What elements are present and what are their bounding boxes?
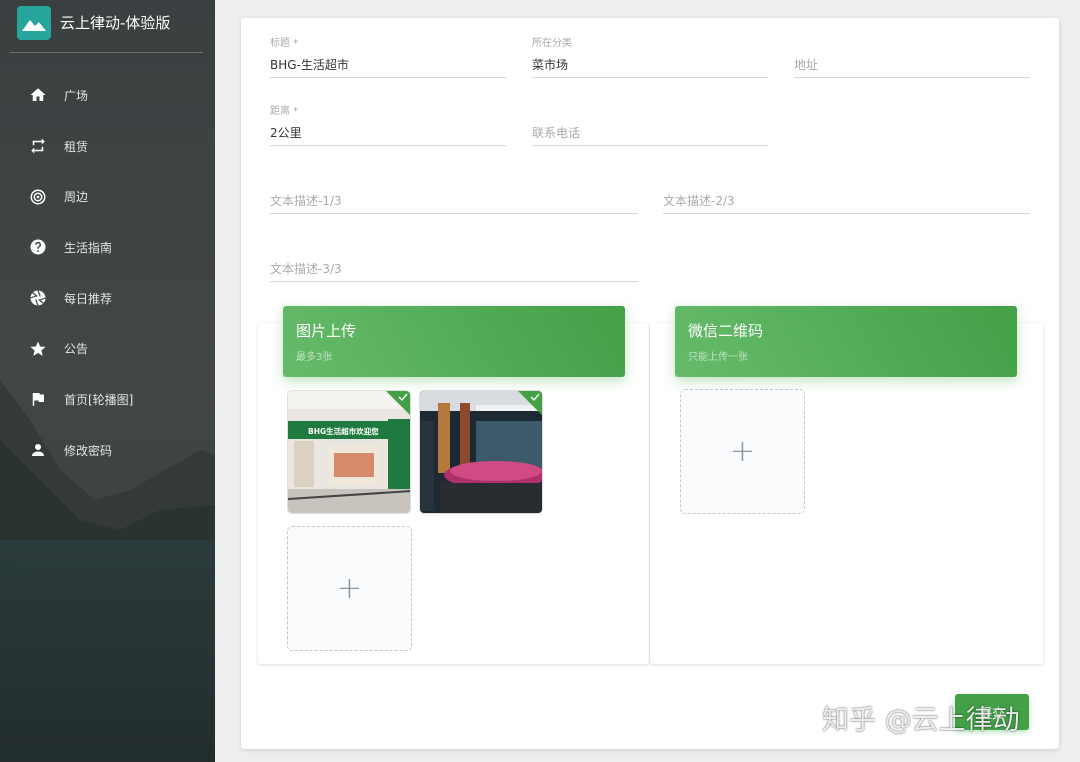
desc3-input[interactable]: 文本描述-3/3 (270, 260, 342, 277)
address-input[interactable]: 地址 (794, 56, 818, 73)
desc3-field[interactable]: 文本描述-3/3 (270, 222, 638, 282)
mountain-logo-icon (22, 20, 46, 31)
sign-text: BHG生活超市欢迎您 (308, 426, 379, 436)
sidebar-nav: 广场 租赁 周边 生活指南 每日推荐 公告 首页[轮播图] 修改密码 (0, 70, 215, 476)
star-icon (29, 340, 47, 358)
sidebar-item-label: 每日推荐 (64, 291, 113, 306)
field-underline (270, 77, 506, 78)
image-upload-button[interactable]: + (287, 526, 412, 651)
desc1-field[interactable]: 文本描述-1/3 (270, 154, 638, 214)
category-field[interactable]: 所在分类 菜市场 (532, 18, 768, 78)
image-upload-header: 图片上传 最多3张 (283, 306, 625, 377)
sidebar-item-nearby[interactable]: 周边 (0, 171, 215, 222)
sidebar-item-life-guide[interactable]: 生活指南 (0, 222, 215, 273)
brand-logo (17, 6, 51, 40)
title-field[interactable]: 标题 * BHG-生活超市 (270, 18, 506, 78)
sidebar-item-rental[interactable]: 租赁 (0, 121, 215, 172)
desc2-field[interactable]: 文本描述-2/3 (663, 154, 1030, 214)
plus-icon: + (729, 434, 756, 469)
sidebar: 云上律动-体验版 广场 租赁 周边 生活指南 每日推荐 公告 首页[轮播图] 修… (0, 0, 215, 762)
brand[interactable]: 云上律动-体验版 (0, 0, 215, 54)
sidebar-item-label: 修改密码 (64, 443, 113, 458)
field-underline (532, 77, 768, 78)
sidebar-item-label: 周边 (64, 190, 89, 205)
image-upload-title: 图片上传 (296, 322, 357, 340)
wechat-qr-header: 微信二维码 只能上传一张 (675, 306, 1017, 377)
field-underline (663, 213, 1030, 214)
image-upload-subtitle: 最多3张 (296, 352, 333, 363)
wechat-qr-title: 微信二维码 (688, 322, 764, 340)
sidebar-item-daily-recommend[interactable]: 每日推荐 (0, 273, 215, 324)
wechat-qr-subtitle: 只能上传一张 (688, 352, 748, 363)
swap-icon (29, 137, 47, 155)
sidebar-item-change-password[interactable]: 修改密码 (0, 425, 215, 476)
app-title: 云上律动-体验版 (60, 14, 171, 32)
uploaded-image-1[interactable]: BHG生活超市欢迎您 (287, 390, 411, 514)
uploaded-image-2[interactable] (419, 390, 543, 514)
plus-icon: + (336, 571, 363, 606)
category-select[interactable]: 菜市场 (532, 56, 568, 73)
distance-input[interactable]: 2公里 (270, 124, 302, 141)
watermark: 知乎 @云上律动 (822, 705, 1020, 736)
distance-field[interactable]: 距离 * 2公里 (270, 86, 506, 146)
sidebar-item-label: 公告 (64, 342, 89, 357)
desc2-input[interactable]: 文本描述-2/3 (663, 192, 735, 209)
qr-upload-button[interactable]: + (680, 389, 805, 514)
sidebar-item-label: 租赁 (64, 139, 89, 154)
field-underline (270, 213, 638, 214)
sidebar-item-announcement[interactable]: 公告 (0, 323, 215, 374)
sidebar-item-label: 生活指南 (64, 240, 113, 255)
address-field[interactable]: 地址 (794, 18, 1030, 78)
person-icon (29, 441, 47, 459)
check-badge-icon (518, 391, 542, 415)
sidebar-item-label: 广场 (64, 88, 89, 103)
phone-input[interactable]: 联系电话 (532, 124, 580, 141)
desc1-input[interactable]: 文本描述-1/3 (270, 192, 342, 209)
aperture-icon (29, 289, 47, 307)
title-label: 标题 * (270, 38, 299, 49)
flag-icon (29, 390, 47, 408)
sidebar-item-square[interactable]: 广场 (0, 70, 215, 121)
field-underline (270, 281, 638, 282)
field-underline (794, 77, 1030, 78)
phone-field[interactable]: 联系电话 (532, 86, 768, 146)
form-card: 标题 * BHG-生活超市 所在分类 菜市场 地址 距离 * 2公里 联系电话 … (241, 18, 1059, 749)
brand-divider (10, 52, 203, 53)
check-badge-icon (386, 391, 410, 415)
field-underline (270, 145, 506, 146)
help-icon (29, 238, 47, 256)
sidebar-item-label: 首页[轮播图] (64, 392, 134, 407)
target-icon (29, 188, 47, 206)
category-label: 所在分类 (532, 38, 572, 49)
sidebar-item-home-carousel[interactable]: 首页[轮播图] (0, 374, 215, 425)
title-input[interactable]: BHG-生活超市 (270, 56, 349, 73)
field-underline (532, 145, 768, 146)
home-icon (29, 86, 47, 104)
distance-label: 距离 * (270, 106, 299, 117)
